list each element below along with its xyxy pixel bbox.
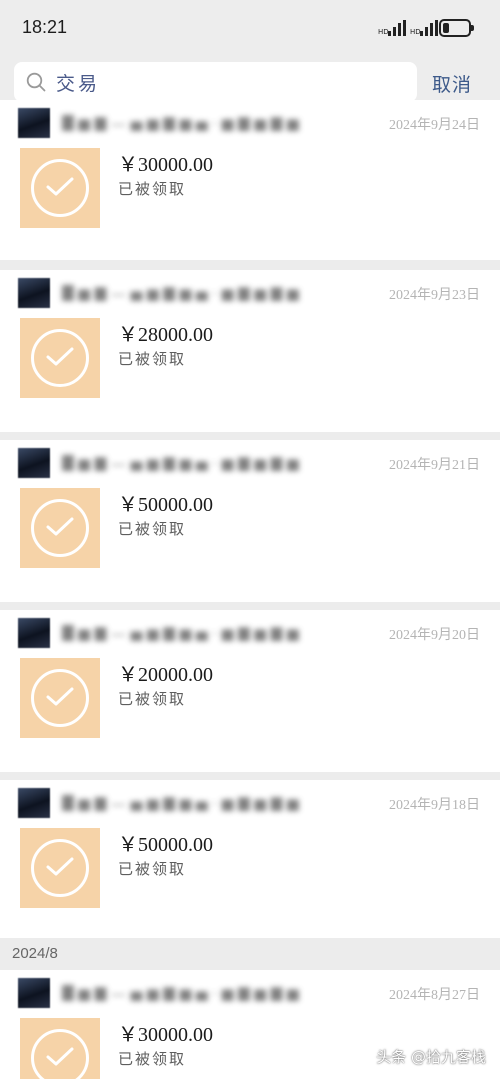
status-text: 已被领取: [118, 860, 187, 878]
avatar: [18, 978, 50, 1008]
search-input[interactable]: [56, 67, 396, 97]
status-bar: 18:21 HD HD: [0, 0, 500, 58]
transaction-card[interactable]: █ ▆ ▇ — ▅ ▆ ▇ ▆ ▅ · ▆ ▇ ▆ ▇ ▆ 2024年9月21日…: [0, 440, 500, 602]
card-header: █ ▆ ▇ — ▅ ▆ ▇ ▆ ▅ · ▆ ▇ ▆ ▇ ▆ 2024年9月18日: [18, 788, 488, 818]
blurred-title: █ ▆ ▇ — ▅ ▆ ▇ ▆ ▅ · ▆ ▇ ▆ ▇ ▆: [62, 455, 299, 471]
status-text: 已被领取: [118, 1050, 187, 1068]
card-header: █ ▆ ▇ — ▅ ▆ ▇ ▆ ▅ · ▆ ▇ ▆ ▇ ▆ 2024年9月21日: [18, 448, 488, 478]
received-check-icon: [20, 1018, 100, 1079]
card-date: 2024年8月27日: [389, 988, 480, 1003]
month-label: 2024/8: [12, 945, 58, 962]
watermark: 头条 @拾九客栈: [376, 1048, 486, 1066]
card-body: ￥50000.00 已被领取: [18, 488, 488, 570]
card-date: 2024年9月21日: [389, 458, 480, 473]
status-text: 已被领取: [118, 180, 187, 198]
received-check-icon: [20, 148, 100, 228]
signal-icon: HD: [378, 20, 406, 36]
card-date: 2024年9月18日: [389, 798, 480, 813]
amount: ￥28000.00: [118, 324, 213, 346]
avatar: [18, 448, 50, 478]
amount: ￥30000.00: [118, 1024, 213, 1046]
status-text: 已被领取: [118, 350, 187, 368]
amount: ￥50000.00: [118, 494, 213, 516]
blurred-title: █ ▆ ▇ — ▅ ▆ ▇ ▆ ▅ · ▆ ▇ ▆ ▇ ▆: [62, 985, 299, 1001]
card-date: 2024年9月24日: [389, 118, 480, 133]
card-header: █ ▆ ▇ — ▅ ▆ ▇ ▆ ▅ · ▆ ▇ ▆ ▇ ▆ 2024年9月20日: [18, 618, 488, 648]
card-date: 2024年9月23日: [389, 288, 480, 303]
received-check-icon: [20, 658, 100, 738]
avatar: [18, 278, 50, 308]
cancel-button[interactable]: 取消: [432, 70, 472, 97]
battery-icon: [439, 19, 474, 37]
transaction-card[interactable]: █ ▆ ▇ — ▅ ▆ ▇ ▆ ▅ · ▆ ▇ ▆ ▇ ▆ 2024年9月18日…: [0, 780, 500, 942]
status-text: 已被领取: [118, 690, 187, 708]
card-body: ￥28000.00 已被领取: [18, 318, 488, 400]
transaction-card[interactable]: █ ▆ ▇ — ▅ ▆ ▇ ▆ ▅ · ▆ ▇ ▆ ▇ ▆ 2024年9月23日…: [0, 270, 500, 432]
search-icon: [26, 72, 46, 92]
received-check-icon: [20, 488, 100, 568]
transaction-card[interactable]: █ ▆ ▇ — ▅ ▆ ▇ ▆ ▅ · ▆ ▇ ▆ ▇ ▆ 2024年9月20日…: [0, 610, 500, 772]
month-section-header: 2024/8: [0, 938, 500, 968]
card-date: 2024年9月20日: [389, 628, 480, 643]
card-body: ￥20000.00 已被领取: [18, 658, 488, 740]
amount: ￥50000.00: [118, 834, 213, 856]
card-body: ￥50000.00 已被领取: [18, 828, 488, 910]
status-text: 已被领取: [118, 520, 187, 538]
avatar: [18, 618, 50, 648]
card-body: ￥30000.00 已被领取: [18, 148, 488, 230]
blurred-title: █ ▆ ▇ — ▅ ▆ ▇ ▆ ▅ · ▆ ▇ ▆ ▇ ▆: [62, 795, 299, 811]
search-box[interactable]: [14, 62, 417, 102]
card-header: █ ▆ ▇ — ▅ ▆ ▇ ▆ ▅ · ▆ ▇ ▆ ▇ ▆ 2024年9月23日: [18, 278, 488, 308]
signal-icon-2: HD: [410, 20, 438, 36]
amount: ￥20000.00: [118, 664, 213, 686]
amount: ￥30000.00: [118, 154, 213, 176]
card-header: █ ▆ ▇ — ▅ ▆ ▇ ▆ ▅ · ▆ ▇ ▆ ▇ ▆ 2024年9月24日: [18, 108, 488, 138]
blurred-title: █ ▆ ▇ — ▅ ▆ ▇ ▆ ▅ · ▆ ▇ ▆ ▇ ▆: [62, 625, 299, 641]
blurred-title: █ ▆ ▇ — ▅ ▆ ▇ ▆ ▅ · ▆ ▇ ▆ ▇ ▆: [62, 285, 299, 301]
status-time: 18:21: [22, 17, 68, 37]
avatar: [18, 108, 50, 138]
received-check-icon: [20, 318, 100, 398]
blurred-title: █ ▆ ▇ — ▅ ▆ ▇ ▆ ▅ · ▆ ▇ ▆ ▇ ▆: [62, 115, 299, 131]
avatar: [18, 788, 50, 818]
card-header: █ ▆ ▇ — ▅ ▆ ▇ ▆ ▅ · ▆ ▇ ▆ ▇ ▆ 2024年8月27日: [18, 978, 488, 1008]
received-check-icon: [20, 828, 100, 908]
transaction-card[interactable]: █ ▆ ▇ — ▅ ▆ ▇ ▆ ▅ · ▆ ▇ ▆ ▇ ▆ 2024年9月24日…: [0, 100, 500, 260]
